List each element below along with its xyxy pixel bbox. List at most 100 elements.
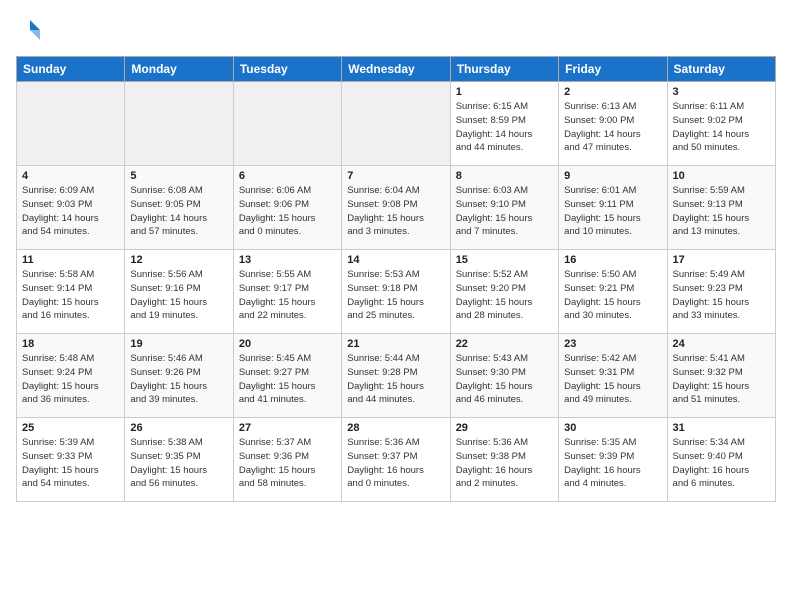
- day-info: Sunrise: 6:15 AM Sunset: 8:59 PM Dayligh…: [456, 100, 553, 155]
- day-info: Sunrise: 5:59 AM Sunset: 9:13 PM Dayligh…: [673, 184, 770, 239]
- day-number: 16: [564, 254, 661, 266]
- day-number: 27: [239, 422, 336, 434]
- calendar-cell: 13 Sunrise: 5:55 AM Sunset: 9:17 PM Dayli…: [233, 250, 341, 334]
- day-info: Sunrise: 5:49 AM Sunset: 9:23 PM Dayligh…: [673, 268, 770, 323]
- day-number: 20: [239, 338, 336, 350]
- day-info: Sunrise: 6:11 AM Sunset: 9:02 PM Dayligh…: [673, 100, 770, 155]
- weekday-header-tuesday: Tuesday: [233, 57, 341, 82]
- calendar-header-row: SundayMondayTuesdayWednesdayThursdayFrid…: [17, 57, 776, 82]
- calendar-cell: [17, 82, 125, 166]
- calendar-cell: 3 Sunrise: 6:11 AM Sunset: 9:02 PM Daylig…: [667, 82, 775, 166]
- calendar-week-3: 11Sunrise: 5:58 AM Sunset: 9:14 PM Dayli…: [17, 250, 776, 334]
- day-info: Sunrise: 5:53 AM Sunset: 9:18 PM Dayligh…: [347, 268, 444, 323]
- day-info: Sunrise: 5:43 AM Sunset: 9:30 PM Dayligh…: [456, 352, 553, 407]
- calendar-week-2: 4 Sunrise: 6:09 AM Sunset: 9:03 PM Daylig…: [17, 166, 776, 250]
- day-number: 18: [22, 338, 119, 350]
- day-info: Sunrise: 5:34 AM Sunset: 9:40 PM Dayligh…: [673, 436, 770, 491]
- day-info: Sunrise: 5:55 AM Sunset: 9:17 PM Dayligh…: [239, 268, 336, 323]
- calendar-cell: 6 Sunrise: 6:06 AM Sunset: 9:06 PM Daylig…: [233, 166, 341, 250]
- calendar-cell: 5 Sunrise: 6:08 AM Sunset: 9:05 PM Daylig…: [125, 166, 233, 250]
- day-info: Sunrise: 5:36 AM Sunset: 9:38 PM Dayligh…: [456, 436, 553, 491]
- day-number: 22: [456, 338, 553, 350]
- day-number: 24: [673, 338, 770, 350]
- calendar-cell: 19 Sunrise: 5:46 AM Sunset: 9:26 PM Dayli…: [125, 334, 233, 418]
- day-info: Sunrise: 5:39 AM Sunset: 9:33 PM Dayligh…: [22, 436, 119, 491]
- day-info: Sunrise: 5:58 AM Sunset: 9:14 PM Dayligh…: [22, 268, 119, 323]
- calendar-cell: 4 Sunrise: 6:09 AM Sunset: 9:03 PM Daylig…: [17, 166, 125, 250]
- day-number: 1: [456, 86, 553, 98]
- day-info: Sunrise: 6:06 AM Sunset: 9:06 PM Dayligh…: [239, 184, 336, 239]
- day-number: 30: [564, 422, 661, 434]
- calendar-cell: 30 Sunrise: 5:35 AM Sunset: 9:39 PM Dayli…: [559, 418, 667, 502]
- calendar-cell: [233, 82, 341, 166]
- day-number: 26: [130, 422, 227, 434]
- day-info: Sunrise: 5:56 AM Sunset: 9:16 PM Dayligh…: [130, 268, 227, 323]
- day-number: 12: [130, 254, 227, 266]
- day-number: 4: [22, 170, 119, 182]
- day-number: 31: [673, 422, 770, 434]
- weekday-header-wednesday: Wednesday: [342, 57, 450, 82]
- calendar-cell: 10 Sunrise: 5:59 AM Sunset: 9:13 PM Dayli…: [667, 166, 775, 250]
- day-info: Sunrise: 6:13 AM Sunset: 9:00 PM Dayligh…: [564, 100, 661, 155]
- day-number: 3: [673, 86, 770, 98]
- day-info: Sunrise: 6:01 AM Sunset: 9:11 PM Dayligh…: [564, 184, 661, 239]
- calendar-cell: 23 Sunrise: 5:42 AM Sunset: 9:31 PM Dayli…: [559, 334, 667, 418]
- day-number: 21: [347, 338, 444, 350]
- calendar-cell: 22 Sunrise: 5:43 AM Sunset: 9:30 PM Dayli…: [450, 334, 558, 418]
- day-number: 10: [673, 170, 770, 182]
- calendar-week-4: 18Sunrise: 5:48 AM Sunset: 9:24 PM Dayli…: [17, 334, 776, 418]
- calendar-table: SundayMondayTuesdayWednesdayThursdayFrid…: [16, 56, 776, 502]
- weekday-header-thursday: Thursday: [450, 57, 558, 82]
- calendar-cell: [342, 82, 450, 166]
- day-number: 19: [130, 338, 227, 350]
- weekday-header-sunday: Sunday: [17, 57, 125, 82]
- day-number: 29: [456, 422, 553, 434]
- calendar-cell: 15Sunrise: 5:52 AM Sunset: 9:20 PM Dayli…: [450, 250, 558, 334]
- calendar-cell: 9 Sunrise: 6:01 AM Sunset: 9:11 PM Daylig…: [559, 166, 667, 250]
- day-info: Sunrise: 6:08 AM Sunset: 9:05 PM Dayligh…: [130, 184, 227, 239]
- calendar-body: 1 Sunrise: 6:15 AM Sunset: 8:59 PM Daylig…: [17, 82, 776, 502]
- calendar-cell: [125, 82, 233, 166]
- calendar-cell: 8Sunrise: 6:03 AM Sunset: 9:10 PM Daylig…: [450, 166, 558, 250]
- day-info: Sunrise: 5:41 AM Sunset: 9:32 PM Dayligh…: [673, 352, 770, 407]
- calendar-cell: 7 Sunrise: 6:04 AM Sunset: 9:08 PM Daylig…: [342, 166, 450, 250]
- calendar-cell: 20 Sunrise: 5:45 AM Sunset: 9:27 PM Dayli…: [233, 334, 341, 418]
- day-number: 7: [347, 170, 444, 182]
- day-number: 13: [239, 254, 336, 266]
- calendar-cell: 21Sunrise: 5:44 AM Sunset: 9:28 PM Dayli…: [342, 334, 450, 418]
- day-number: 25: [22, 422, 119, 434]
- day-info: Sunrise: 6:09 AM Sunset: 9:03 PM Dayligh…: [22, 184, 119, 239]
- weekday-header-friday: Friday: [559, 57, 667, 82]
- calendar-cell: 17Sunrise: 5:49 AM Sunset: 9:23 PM Dayli…: [667, 250, 775, 334]
- day-info: Sunrise: 6:04 AM Sunset: 9:08 PM Dayligh…: [347, 184, 444, 239]
- day-info: Sunrise: 5:42 AM Sunset: 9:31 PM Dayligh…: [564, 352, 661, 407]
- day-number: 23: [564, 338, 661, 350]
- calendar-cell: 1 Sunrise: 6:15 AM Sunset: 8:59 PM Daylig…: [450, 82, 558, 166]
- day-number: 2: [564, 86, 661, 98]
- day-info: Sunrise: 5:45 AM Sunset: 9:27 PM Dayligh…: [239, 352, 336, 407]
- calendar-cell: 25 Sunrise: 5:39 AM Sunset: 9:33 PM Dayli…: [17, 418, 125, 502]
- day-info: Sunrise: 5:52 AM Sunset: 9:20 PM Dayligh…: [456, 268, 553, 323]
- day-info: Sunrise: 5:35 AM Sunset: 9:39 PM Dayligh…: [564, 436, 661, 491]
- day-info: Sunrise: 5:50 AM Sunset: 9:21 PM Dayligh…: [564, 268, 661, 323]
- calendar-cell: 11Sunrise: 5:58 AM Sunset: 9:14 PM Dayli…: [17, 250, 125, 334]
- day-info: Sunrise: 5:38 AM Sunset: 9:35 PM Dayligh…: [130, 436, 227, 491]
- logo-icon: [16, 16, 44, 44]
- calendar-cell: 26 Sunrise: 5:38 AM Sunset: 9:35 PM Dayli…: [125, 418, 233, 502]
- calendar-cell: 18Sunrise: 5:48 AM Sunset: 9:24 PM Dayli…: [17, 334, 125, 418]
- day-number: 6: [239, 170, 336, 182]
- day-info: Sunrise: 5:37 AM Sunset: 9:36 PM Dayligh…: [239, 436, 336, 491]
- calendar-cell: 24 Sunrise: 5:41 AM Sunset: 9:32 PM Dayli…: [667, 334, 775, 418]
- day-info: Sunrise: 6:03 AM Sunset: 9:10 PM Dayligh…: [456, 184, 553, 239]
- logo: [16, 16, 48, 44]
- calendar-week-5: 25 Sunrise: 5:39 AM Sunset: 9:33 PM Dayli…: [17, 418, 776, 502]
- day-number: 14: [347, 254, 444, 266]
- day-number: 9: [564, 170, 661, 182]
- calendar-cell: 31 Sunrise: 5:34 AM Sunset: 9:40 PM Dayli…: [667, 418, 775, 502]
- calendar-week-1: 1 Sunrise: 6:15 AM Sunset: 8:59 PM Daylig…: [17, 82, 776, 166]
- day-info: Sunrise: 5:46 AM Sunset: 9:26 PM Dayligh…: [130, 352, 227, 407]
- day-number: 28: [347, 422, 444, 434]
- day-number: 5: [130, 170, 227, 182]
- calendar-cell: 27 Sunrise: 5:37 AM Sunset: 9:36 PM Dayli…: [233, 418, 341, 502]
- calendar-cell: 2 Sunrise: 6:13 AM Sunset: 9:00 PM Daylig…: [559, 82, 667, 166]
